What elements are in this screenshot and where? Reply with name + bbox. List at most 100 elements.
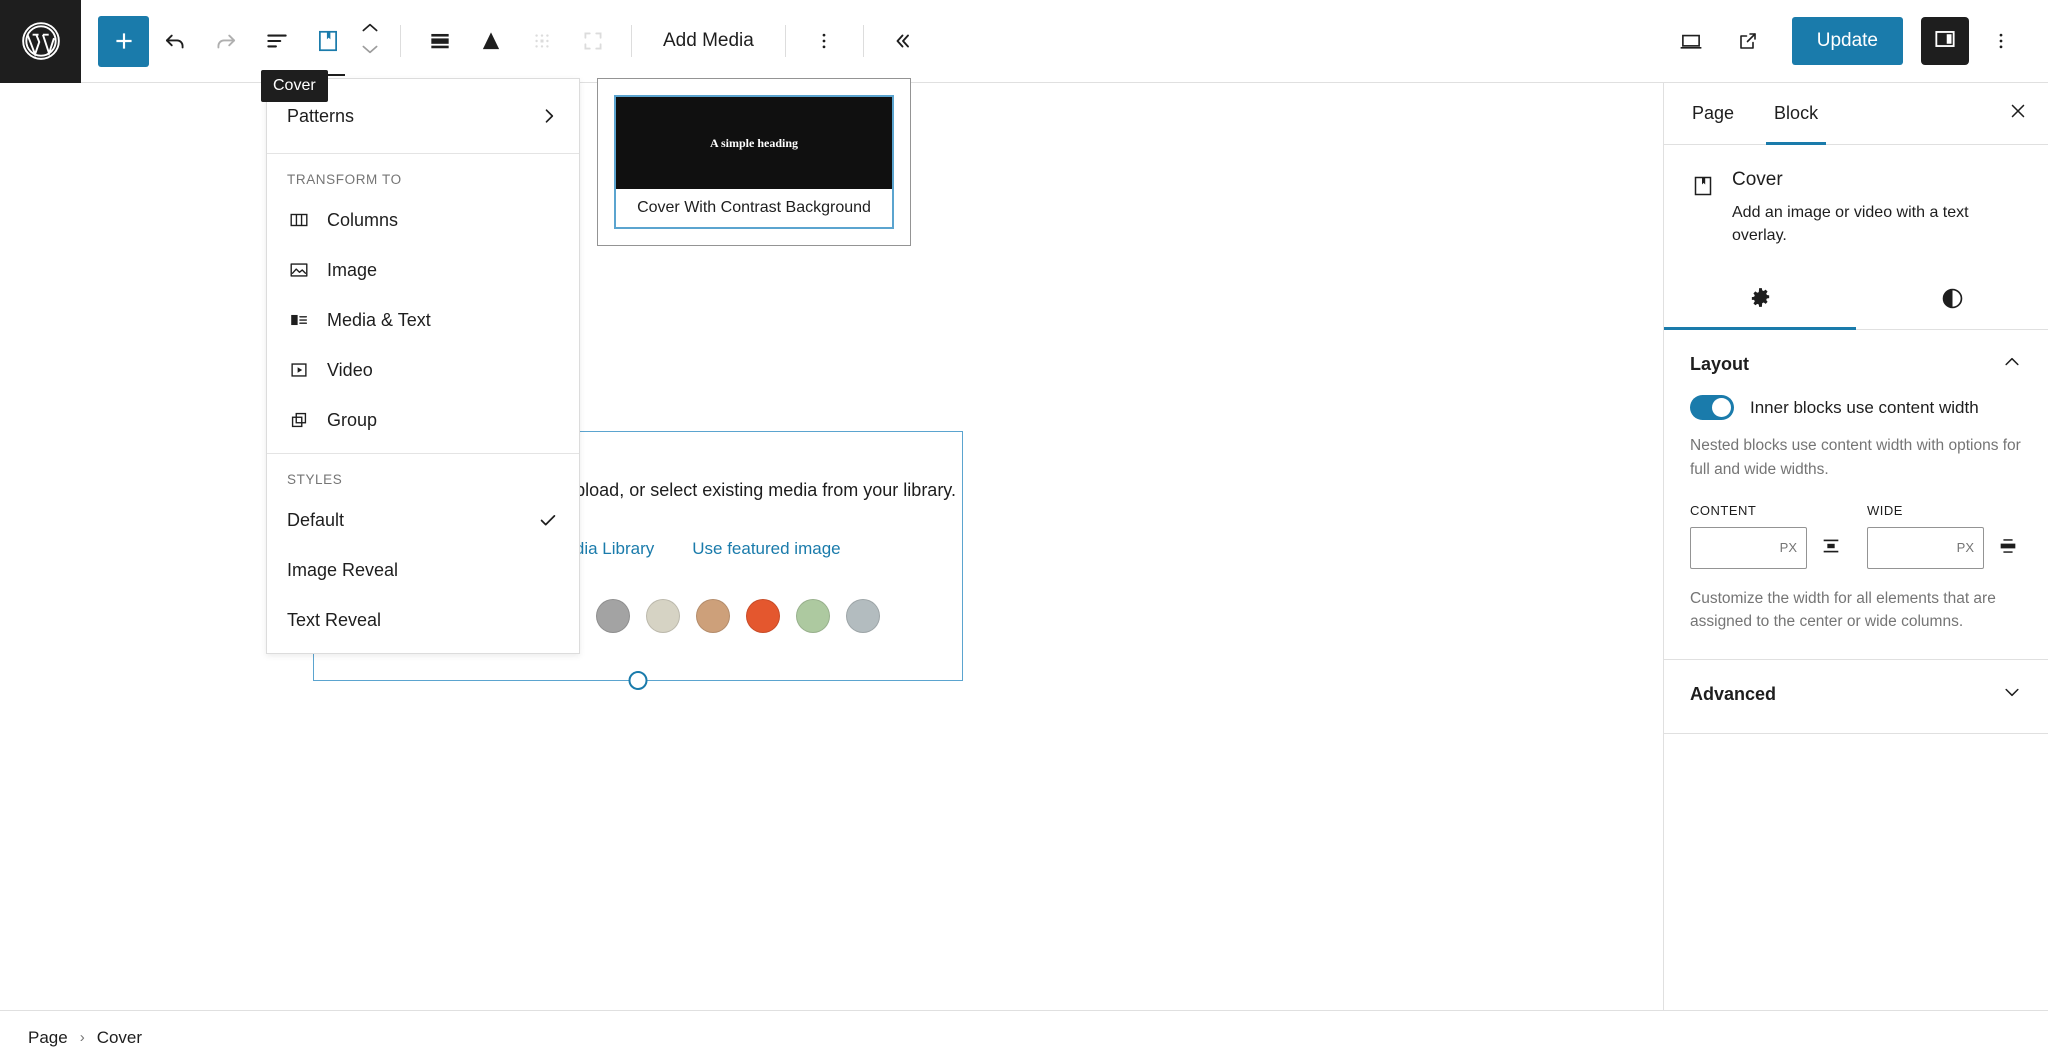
block-type-cover-button[interactable] bbox=[302, 16, 353, 67]
sidebar-block-title: Cover bbox=[1732, 169, 2022, 191]
chevron-down-icon[interactable] bbox=[360, 42, 380, 61]
swatch-blue-gray[interactable] bbox=[846, 599, 880, 633]
vertical-dots-icon bbox=[813, 30, 835, 52]
double-chevron-left-icon bbox=[890, 29, 914, 53]
toggle-knob bbox=[1712, 398, 1731, 417]
full-height-icon bbox=[580, 28, 606, 54]
align-button[interactable] bbox=[414, 16, 465, 67]
menu-item-label: Image bbox=[327, 260, 559, 281]
cover-resize-handle[interactable] bbox=[629, 671, 648, 690]
menu-item-video[interactable]: Video bbox=[267, 345, 579, 395]
toolbar-right-group: Update bbox=[1666, 16, 2048, 67]
add-media-button[interactable]: Add Media bbox=[645, 17, 772, 65]
content-width-label: CONTENT bbox=[1690, 503, 1845, 518]
sidebar-settings-tab[interactable] bbox=[1664, 271, 1856, 329]
cover-block-icon bbox=[1690, 173, 1716, 199]
view-desktop-button[interactable] bbox=[1666, 16, 1717, 67]
block-more-options-button[interactable] bbox=[799, 16, 850, 67]
styles-heading: STYLES bbox=[267, 462, 579, 495]
close-sidebar-button[interactable] bbox=[1996, 92, 2040, 136]
chevron-up-icon[interactable] bbox=[360, 21, 380, 40]
move-block-updown[interactable] bbox=[353, 11, 387, 71]
menu-item-label: Columns bbox=[327, 210, 559, 231]
menu-item-media-text[interactable]: Media & Text bbox=[267, 295, 579, 345]
content-width-control: CONTENT PX bbox=[1690, 503, 1845, 569]
editor-options-menu-button[interactable] bbox=[1975, 16, 2026, 67]
content-position-icon bbox=[478, 28, 504, 54]
pattern-thumbnail-heading: A simple heading bbox=[710, 136, 798, 151]
toolbar-divider-2 bbox=[631, 25, 632, 57]
external-link-icon bbox=[1736, 29, 1760, 53]
contrast-half-circle-icon bbox=[1940, 286, 1965, 314]
update-button[interactable]: Update bbox=[1792, 17, 1903, 65]
media-text-icon bbox=[287, 309, 311, 331]
close-icon bbox=[2007, 100, 2029, 127]
inner-blocks-toggle-row: Inner blocks use content width bbox=[1690, 395, 2022, 420]
layout-footer-help: Customize the width for all elements tha… bbox=[1690, 587, 2022, 634]
settings-sidebar-toggle[interactable] bbox=[1921, 17, 1969, 65]
layout-help-text: Nested blocks use content width with opt… bbox=[1690, 434, 2022, 481]
pattern-preview-popover: A simple heading Cover With Contrast Bac… bbox=[597, 78, 911, 246]
collapse-toolbar-button[interactable] bbox=[877, 16, 928, 67]
content-width-input[interactable]: PX bbox=[1690, 527, 1807, 569]
wide-width-input[interactable]: PX bbox=[1867, 527, 1984, 569]
vertical-dots-icon bbox=[1990, 30, 2012, 52]
sidebar-icon-tabs bbox=[1664, 271, 2048, 330]
swatch-tan[interactable] bbox=[696, 599, 730, 633]
group-icon bbox=[287, 409, 311, 431]
advanced-panel-title: Advanced bbox=[1690, 684, 1776, 705]
tab-block[interactable]: Block bbox=[1754, 83, 1838, 144]
drag-dots-icon bbox=[529, 28, 555, 54]
menu-item-label: Default bbox=[287, 510, 521, 531]
cover-block-icon bbox=[315, 28, 341, 54]
redo-button[interactable] bbox=[200, 16, 251, 67]
wordpress-logo-button[interactable] bbox=[0, 0, 81, 83]
wide-width-control: WIDE PX bbox=[1867, 503, 2022, 569]
sidebar-panel-icon bbox=[1932, 26, 1958, 57]
menu-section-styles: STYLES Default Image Reveal Text Reveal bbox=[267, 454, 579, 653]
inner-blocks-toggle-label: Inner blocks use content width bbox=[1750, 398, 1979, 418]
wide-width-unit: PX bbox=[1957, 540, 1974, 555]
swatch-sage-green[interactable] bbox=[796, 599, 830, 633]
breadcrumb-item-cover[interactable]: Cover bbox=[97, 1028, 142, 1048]
inner-blocks-toggle[interactable] bbox=[1690, 395, 1734, 420]
drag-handle-button[interactable] bbox=[516, 16, 567, 67]
add-block-button[interactable] bbox=[98, 16, 149, 67]
undo-button[interactable] bbox=[149, 16, 200, 67]
menu-item-group[interactable]: Group bbox=[267, 395, 579, 445]
breadcrumb: Page › Cover bbox=[0, 1010, 2048, 1064]
sidebar-styles-tab[interactable] bbox=[1856, 271, 2048, 329]
sidebar-block-description: Add an image or video with a text overla… bbox=[1732, 201, 2022, 247]
width-controls-row: CONTENT PX bbox=[1690, 503, 2022, 569]
wide-width-preset-button[interactable] bbox=[1994, 531, 2022, 565]
layout-panel-header[interactable]: Layout bbox=[1690, 352, 2022, 377]
document-overview-button[interactable] bbox=[251, 16, 302, 67]
menu-item-image[interactable]: Image bbox=[267, 245, 579, 295]
wide-width-label: WIDE bbox=[1867, 503, 2022, 518]
sidebar-block-info: Cover Add an image or video with a text … bbox=[1664, 145, 2048, 247]
menu-item-columns[interactable]: Columns bbox=[267, 195, 579, 245]
advanced-panel-header[interactable]: Advanced bbox=[1690, 682, 2022, 707]
swatch-gray[interactable] bbox=[596, 599, 630, 633]
advanced-panel: Advanced bbox=[1664, 660, 2048, 734]
full-height-button[interactable] bbox=[567, 16, 618, 67]
menu-item-label: Patterns bbox=[287, 106, 523, 127]
tab-page[interactable]: Page bbox=[1672, 83, 1754, 144]
chevron-up-icon[interactable] bbox=[2002, 352, 2022, 377]
use-featured-image-button[interactable]: Use featured image bbox=[682, 533, 850, 565]
swatch-beige[interactable] bbox=[646, 599, 680, 633]
video-icon bbox=[287, 359, 311, 381]
gear-icon bbox=[1748, 286, 1773, 314]
content-width-preset-button[interactable] bbox=[1817, 531, 1845, 565]
pattern-card[interactable]: A simple heading Cover With Contrast Bac… bbox=[614, 95, 894, 229]
chevron-down-icon[interactable] bbox=[2002, 682, 2022, 707]
menu-item-style-default[interactable]: Default bbox=[267, 495, 579, 545]
wide-width-icon bbox=[1997, 535, 2019, 560]
swatch-orange[interactable] bbox=[746, 599, 780, 633]
menu-item-style-text-reveal[interactable]: Text Reveal bbox=[267, 595, 579, 645]
view-external-button[interactable] bbox=[1723, 16, 1774, 67]
content-position-button[interactable] bbox=[465, 16, 516, 67]
pattern-caption: Cover With Contrast Background bbox=[616, 189, 892, 227]
menu-item-style-image-reveal[interactable]: Image Reveal bbox=[267, 545, 579, 595]
breadcrumb-item-page[interactable]: Page bbox=[28, 1028, 68, 1048]
